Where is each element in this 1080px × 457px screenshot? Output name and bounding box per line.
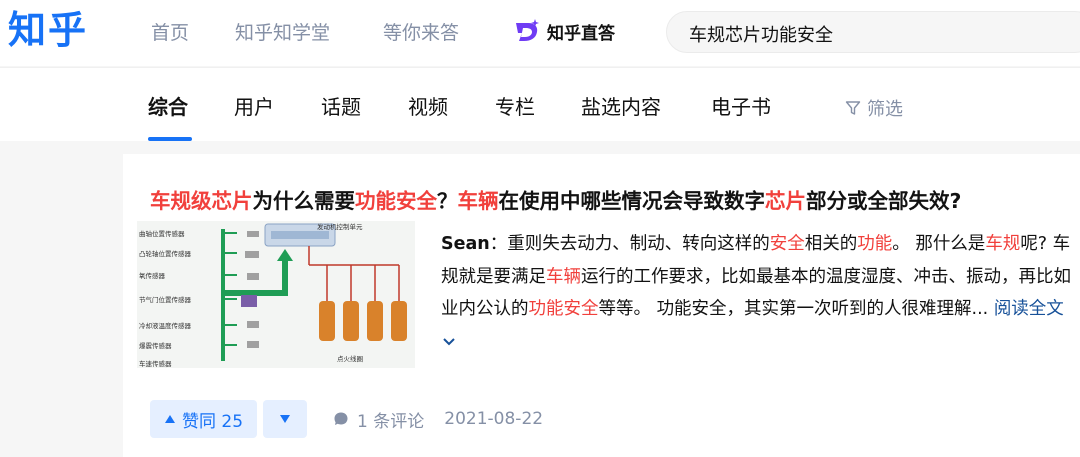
tab-ebooks[interactable]: 电子书 xyxy=(711,93,771,121)
thumb-label-3: 节气门位置传感器 xyxy=(139,295,192,304)
nav-zhida[interactable]: 知乎直答 xyxy=(513,18,615,44)
thumb-label-4: 冷却液温度传感器 xyxy=(139,321,192,330)
comment-button[interactable]: 1 条评论 xyxy=(333,407,424,432)
tab-yanxuan[interactable]: 盐选内容 xyxy=(581,93,661,121)
excerpt-highlight: 车规 xyxy=(985,234,1021,254)
result-title[interactable]: 车规级芯片为什么需要功能安全？车辆在使用中哪些情况会导致数字芯片部分或全部失效? xyxy=(150,187,961,215)
comment-count: 1 条评论 xyxy=(357,411,425,432)
thumb-label-5: 爆震传感器 xyxy=(139,341,172,350)
publish-date: 2021-08-22 xyxy=(444,409,544,429)
zhida-label: 知乎直答 xyxy=(547,23,615,44)
author-name[interactable]: Sean xyxy=(441,234,490,254)
result-thumbnail[interactable]: 曲轴位置传感器 凸轮轴位置传感器 氧传感器 节气门位置传感器 冷却液温度传感器 … xyxy=(137,221,415,368)
ecu-diagram-image: 曲轴位置传感器 凸轮轴位置传感器 氧传感器 节气门位置传感器 冷却液温度传感器 … xyxy=(137,221,415,368)
excerpt-text: 等等。 功能安全，其实第一次听到的人很难理解... xyxy=(598,299,994,319)
excerpt-highlight: 功能 xyxy=(857,234,893,254)
excerpt-highlight: 功能安全 xyxy=(528,299,599,319)
thumb-label-2: 氧传感器 xyxy=(139,271,166,280)
search-result-card: 车规级芯片为什么需要功能安全？车辆在使用中哪些情况会导致数字芯片部分或全部失效? xyxy=(123,154,1080,457)
filter-icon xyxy=(845,101,861,115)
tab-comprehensive[interactable]: 综合 xyxy=(148,93,188,121)
upvote-label: 赞同 25 xyxy=(182,411,244,432)
title-highlight: 芯片 xyxy=(765,189,806,213)
excerpt-text: ：重则失去动力、制动、转向这样的 xyxy=(489,234,770,254)
upvote-button[interactable]: 赞同 25 xyxy=(150,400,258,438)
triangle-down-icon xyxy=(280,415,291,423)
title-text: 在使用中哪些情况会导致数字 xyxy=(498,189,766,213)
thumb-label-0: 曲轴位置传感器 xyxy=(139,229,185,238)
nav-home[interactable]: 首页 xyxy=(151,20,189,46)
excerpt-highlight: 安全 xyxy=(769,234,805,254)
thumb-label-1: 凸轮轴位置传感器 xyxy=(139,249,192,258)
excerpt-text: ：重则失去动力、制动、转向这样的安全相关的功能。 那什么是车规呢? 车规就是要满… xyxy=(441,234,1071,319)
read-more-label: 阅读全文 xyxy=(993,299,1064,319)
triangle-up-icon xyxy=(165,415,175,423)
comment-icon xyxy=(334,412,348,425)
tab-columns[interactable]: 专栏 xyxy=(495,93,535,121)
excerpt-text: 。 那什么是 xyxy=(892,234,986,254)
result-actions: 赞同 25 1 条评论 2021-08-22 xyxy=(150,400,543,438)
title-highlight: 车规级芯片 xyxy=(150,189,253,213)
zhihu-logo[interactable]: 知乎 xyxy=(8,8,88,52)
tab-videos[interactable]: 视频 xyxy=(408,93,448,121)
thumb-label-7: 发动机控制单元 xyxy=(317,222,363,231)
title-highlight: 车辆 xyxy=(457,189,499,213)
nav-xuetang[interactable]: 知乎知学堂 xyxy=(235,20,330,46)
excerpt-highlight: 车辆 xyxy=(546,266,581,287)
thumb-label-8: 点火线圈 xyxy=(337,354,363,363)
search-query: 车规芯片功能安全 xyxy=(689,25,833,46)
result-excerpt[interactable]: Sean：重则失去动力、制动、转向这样的安全相关的功能。 那什么是车规呢? 车规… xyxy=(441,228,1071,358)
zhida-logo-icon xyxy=(516,19,539,41)
title-highlight: 功能安全 xyxy=(355,189,437,213)
nav-waiting-answer[interactable]: 等你来答 xyxy=(383,20,459,46)
title-text: 部分或全部失效? xyxy=(806,189,962,213)
title-text: 为什么需要 xyxy=(252,189,356,213)
title-text: ？ xyxy=(437,189,458,213)
search-input[interactable]: 车规芯片功能安全 xyxy=(666,11,1080,53)
tab-topics[interactable]: 话题 xyxy=(321,93,361,121)
tab-users[interactable]: 用户 xyxy=(234,93,274,121)
chevron-down-icon xyxy=(443,337,455,345)
excerpt-text: 相关的 xyxy=(804,234,858,254)
filter-button[interactable]: 筛选 xyxy=(845,95,903,121)
filter-label: 筛选 xyxy=(867,99,903,120)
top-bar: 知乎 首页 知乎知学堂 等你来答 知乎直答 车规芯片功能安全 xyxy=(0,0,1080,66)
downvote-button[interactable] xyxy=(263,400,308,438)
active-tab-indicator xyxy=(148,137,192,141)
thumb-label-6: 车速传感器 xyxy=(139,359,172,368)
search-tab-bar: 综合 用户 话题 视频 专栏 盐选内容 电子书 筛选 xyxy=(0,67,1080,141)
